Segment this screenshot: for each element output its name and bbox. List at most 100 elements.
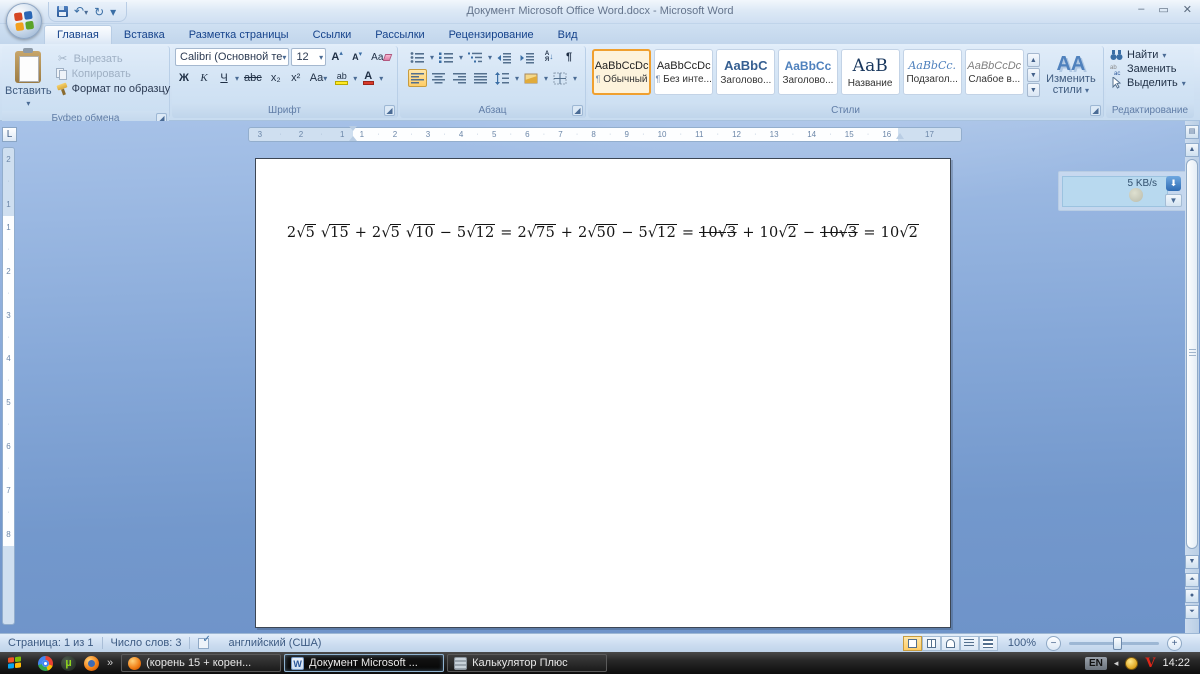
underline-caret-icon[interactable]	[235, 72, 239, 84]
indent-marker[interactable]	[349, 125, 357, 142]
outline-view-button[interactable]	[959, 635, 979, 651]
red-v-tray-icon[interactable]: V	[1145, 656, 1155, 671]
tab-insert[interactable]: Вставка	[112, 26, 177, 44]
shading-button[interactable]	[521, 69, 542, 87]
borders-button[interactable]	[550, 69, 571, 87]
numbering-caret-icon[interactable]	[459, 51, 463, 63]
zoom-in-button[interactable]: +	[1167, 635, 1182, 651]
firefox-icon[interactable]	[84, 655, 99, 671]
sort-button[interactable]: А Я ↓	[540, 48, 558, 66]
justify-button[interactable]	[471, 69, 490, 87]
document-page[interactable]: 2√5 √15 + 2√5 √10 − 5√12 = 2√75 + 2√50 −…	[255, 158, 951, 628]
chrome-icon[interactable]	[38, 655, 53, 671]
language-indicator[interactable]: английский (США)	[220, 637, 329, 649]
font-color-caret-icon[interactable]	[379, 72, 383, 84]
right-indent-marker[interactable]	[896, 133, 904, 139]
close-button[interactable]: ✕	[1183, 3, 1192, 16]
previous-page-button[interactable]: ⏶	[1185, 573, 1199, 587]
zoom-slider-thumb[interactable]	[1113, 636, 1122, 650]
vertical-ruler[interactable]: 2 · 1 1 · 2 · 3 · 4 · 5 · 6 · 7 · 8	[2, 147, 15, 625]
scroll-down-button[interactable]: ▼	[1185, 555, 1199, 569]
grow-font-button[interactable]: А	[328, 48, 346, 66]
draft-view-button[interactable]	[978, 635, 998, 651]
task-button-calculator[interactable]: Калькулятор Плюс	[447, 654, 608, 672]
change-styles-button[interactable]: АА Изменить стили	[1043, 49, 1099, 100]
tab-mailings[interactable]: Рассылки	[363, 26, 436, 44]
find-button[interactable]: Найти	[1110, 49, 1190, 61]
select-browse-object-button[interactable]: ●	[1185, 589, 1199, 603]
widget-dropdown-button[interactable]: ▼	[1165, 194, 1182, 207]
bold-button[interactable]: Ж	[175, 69, 193, 87]
multilevel-list-button[interactable]	[465, 48, 486, 66]
line-spacing-button[interactable]	[492, 69, 513, 87]
style-card-heading1[interactable]: AaBbC Заголово...	[716, 49, 776, 95]
replace-button[interactable]: ab ac Заменить	[1110, 63, 1190, 75]
ruler-toggle-button[interactable]: ▤	[1185, 125, 1199, 139]
bullets-caret-icon[interactable]	[430, 51, 434, 63]
tab-references[interactable]: Ссылки	[301, 26, 364, 44]
tab-review[interactable]: Рецензирование	[437, 26, 546, 44]
decrease-indent-button[interactable]	[494, 48, 515, 66]
styles-dialog-launcher[interactable]: ◢	[1090, 105, 1101, 116]
align-right-button[interactable]	[450, 69, 469, 87]
clear-formatting-button[interactable]: Аа	[368, 48, 394, 66]
increase-indent-button[interactable]	[517, 48, 538, 66]
multilevel-caret-icon[interactable]	[488, 51, 492, 63]
style-card-title[interactable]: АаВ Название	[840, 49, 900, 95]
styles-scroll-down[interactable]: ▼	[1026, 67, 1040, 82]
task-button-browser[interactable]: (корень 15 + корен...	[121, 654, 282, 672]
font-name-combobox[interactable]: Calibri (Основной те	[175, 48, 290, 66]
style-card-heading2[interactable]: AaBbCc Заголово...	[778, 49, 838, 95]
word-count[interactable]: Число слов: 3	[103, 637, 190, 649]
cut-button[interactable]: ✂ Вырезать	[56, 52, 171, 66]
borders-caret-icon[interactable]	[573, 72, 577, 84]
next-page-button[interactable]: ⏷	[1185, 605, 1199, 619]
select-button[interactable]: Выделить	[1110, 77, 1190, 89]
paste-button[interactable]: Вставить	[5, 48, 52, 109]
tab-selector-button[interactable]: L	[2, 127, 17, 142]
quick-launch-more-icon[interactable]: »	[107, 657, 113, 669]
bullets-button[interactable]	[407, 48, 428, 66]
utorrent-icon[interactable]: µ	[61, 655, 76, 671]
copy-button[interactable]: Копировать	[55, 68, 171, 80]
style-card-normal[interactable]: AaBbCcDc ¶ Обычный	[592, 49, 652, 95]
web-layout-view-button[interactable]	[940, 635, 960, 651]
shrink-font-button[interactable]: А	[348, 48, 366, 66]
italic-button[interactable]: К	[195, 69, 213, 87]
strikethrough-button[interactable]: abc	[241, 69, 265, 87]
line-spacing-caret-icon[interactable]	[515, 72, 519, 84]
style-card-subtitle[interactable]: AaBbCc. Подзагол...	[902, 49, 962, 95]
coin-tray-icon[interactable]	[1125, 656, 1139, 670]
scroll-up-button[interactable]: ▲	[1185, 143, 1199, 157]
underline-button[interactable]: Ч	[215, 69, 233, 87]
hidden-icons-arrow[interactable]: ◂	[1114, 658, 1119, 669]
style-card-no-spacing[interactable]: AaBbCcDc ¶ Без инте...	[654, 49, 714, 95]
align-center-button[interactable]	[429, 69, 448, 87]
font-color-button[interactable]: А	[359, 69, 377, 87]
highlight-caret-icon[interactable]	[353, 72, 357, 84]
paragraph-dialog-launcher[interactable]: ◢	[572, 105, 583, 116]
font-size-combobox[interactable]: 12	[291, 48, 327, 66]
styles-gallery-more[interactable]: ▼	[1026, 82, 1040, 97]
start-button[interactable]	[0, 652, 30, 674]
tab-view[interactable]: Вид	[546, 26, 590, 44]
download-arrow-icon[interactable]: ⬇	[1166, 176, 1181, 191]
change-case-button[interactable]: Aa	[307, 69, 330, 87]
zoom-level[interactable]: 100%	[1002, 637, 1042, 649]
restore-button[interactable]: ▭	[1158, 3, 1168, 16]
numbering-button[interactable]	[436, 48, 457, 66]
font-dialog-launcher[interactable]: ◢	[384, 105, 395, 116]
align-left-button[interactable]	[407, 69, 427, 87]
vertical-scrollbar[interactable]: ▤ ▲ ▼ ⏶ ● ⏷	[1185, 121, 1199, 633]
zoom-slider[interactable]	[1069, 636, 1159, 650]
styles-scroll-up[interactable]: ▲	[1026, 52, 1040, 67]
scrollbar-thumb[interactable]	[1186, 159, 1198, 549]
show-marks-button[interactable]: ¶	[560, 48, 578, 66]
shading-caret-icon[interactable]	[544, 72, 548, 84]
language-switcher[interactable]: EN	[1084, 656, 1107, 670]
clock[interactable]: 14:22	[1162, 657, 1190, 669]
tab-home[interactable]: Главная	[44, 25, 112, 44]
paste-caret-icon[interactable]	[26, 97, 30, 109]
subscript-button[interactable]: x₂	[267, 69, 285, 87]
superscript-button[interactable]: x²	[287, 69, 305, 87]
